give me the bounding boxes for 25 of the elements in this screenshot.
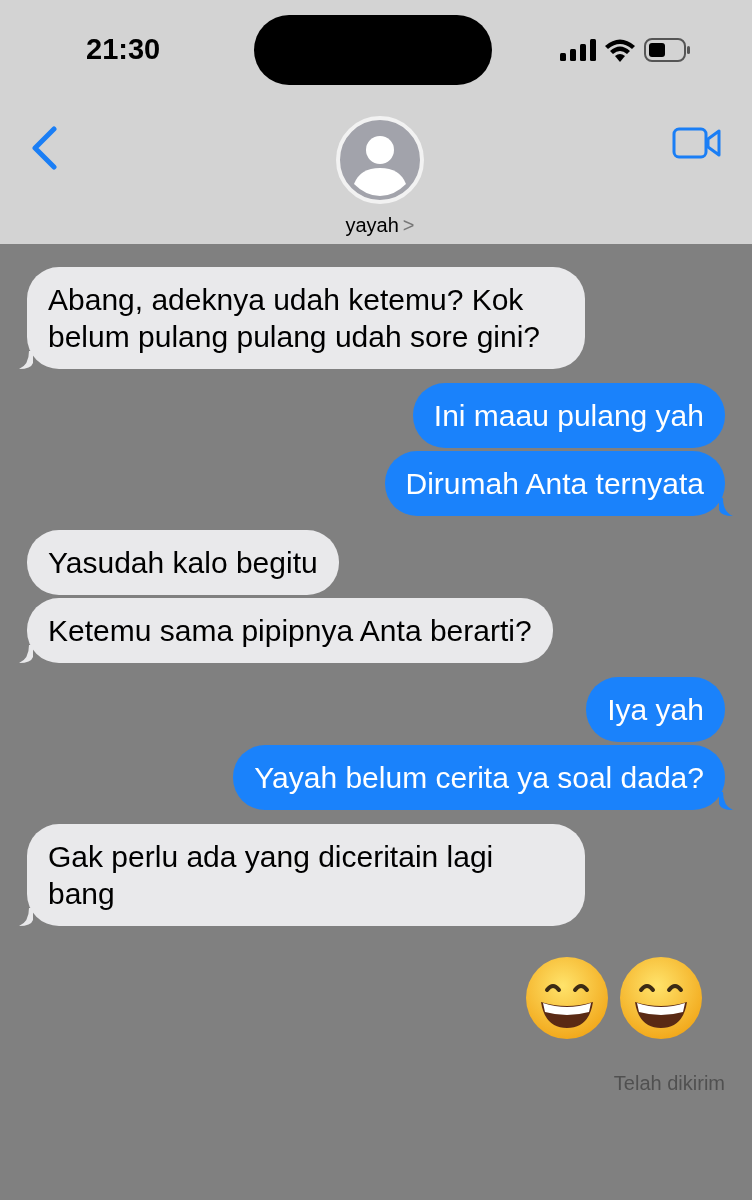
bubble-tail bbox=[19, 908, 33, 926]
sent-message: Dirumah Anta ternyata bbox=[384, 451, 725, 516]
sent-message: Ini maau pulang yah bbox=[412, 383, 725, 448]
contact-name[interactable]: yayah > bbox=[345, 210, 415, 240]
received-message: Gak perlu ada yang diceritain lagi bang bbox=[27, 824, 585, 926]
back-chevron-icon bbox=[30, 126, 58, 170]
bubble-tail bbox=[719, 792, 733, 810]
bubble-tail bbox=[19, 645, 33, 663]
grinning-emoji-icon bbox=[525, 956, 609, 1040]
bubble-tail bbox=[19, 351, 33, 369]
sent-message: Yayah belum cerita ya soal dada? bbox=[233, 745, 725, 810]
bubble-tail bbox=[719, 498, 733, 516]
back-button[interactable] bbox=[30, 126, 58, 170]
signal-icon bbox=[560, 39, 596, 61]
received-message: Abang, adeknya udah ketemu? Kok belum pulang pulang udah sore gini? bbox=[27, 267, 585, 369]
status-time: 21:30 bbox=[86, 32, 162, 68]
avatar-icon[interactable] bbox=[336, 116, 424, 204]
video-call-button[interactable] bbox=[672, 126, 722, 160]
battery-icon bbox=[644, 38, 692, 62]
grinning-emoji-icon bbox=[619, 956, 703, 1040]
wifi-icon bbox=[604, 38, 636, 62]
sent-message: Iya yah bbox=[586, 677, 725, 742]
received-message: Ketemu sama pipipnya Anta berarti? bbox=[27, 598, 553, 663]
video-camera-icon bbox=[672, 126, 722, 160]
received-message: Yasudah kalo begitu bbox=[27, 530, 339, 595]
